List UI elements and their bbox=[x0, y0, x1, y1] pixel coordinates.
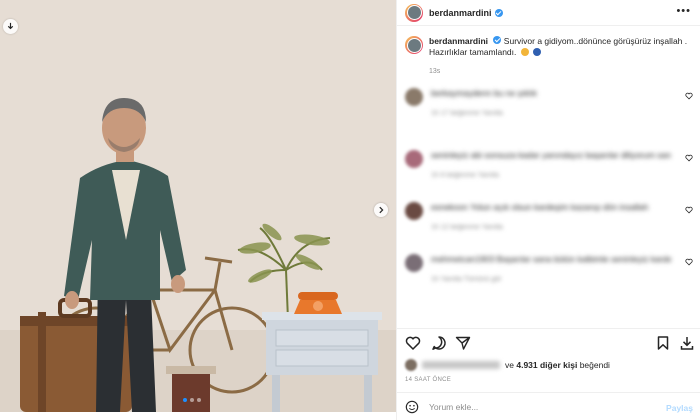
carousel-dot bbox=[197, 398, 201, 402]
next-slide-button[interactable] bbox=[374, 203, 388, 217]
share-icon[interactable] bbox=[455, 335, 471, 351]
chevron-right-icon bbox=[379, 206, 384, 214]
download-icon[interactable] bbox=[679, 335, 695, 351]
post-actions-bar bbox=[397, 328, 700, 356]
more-options-icon[interactable]: ••• bbox=[676, 6, 691, 17]
download-button[interactable] bbox=[3, 19, 18, 34]
comment-text: esnekoon Yolun açık olsun kardeşim kazan… bbox=[431, 202, 649, 212]
evil-eye-emoji-icon bbox=[533, 48, 542, 56]
instagram-post: berdanmardini ••• berdanmardini Survivor… bbox=[0, 0, 700, 420]
post-caption: berdanmardini Survivor a gidiyom..dönünc… bbox=[405, 36, 693, 58]
comment-input[interactable] bbox=[429, 401, 629, 412]
comment-item: mehmetcan1903 Başarılar sana bütün kalbi… bbox=[405, 250, 697, 300]
likes-summary: ve 4.931 diğer kişi beğendi bbox=[405, 359, 610, 371]
post-time-ago: 14 SAAT ÖNCE bbox=[405, 377, 452, 383]
comment-icon[interactable] bbox=[431, 335, 447, 351]
comment-text: mehmetcan1903 Başarılar sana bütün kalbi… bbox=[431, 254, 671, 264]
add-comment-bar: Paylaş bbox=[397, 392, 700, 420]
post-photo bbox=[0, 0, 396, 412]
comment-item: esnekoon Yolun açık olsun kardeşim kazan… bbox=[405, 198, 697, 248]
post-side-panel: berdanmardini ••• berdanmardini Survivor… bbox=[396, 0, 700, 420]
comment-text: berkaymaydenn bu ne şıklık bbox=[431, 88, 537, 98]
likes-count[interactable]: 4.931 diğer kişi bbox=[516, 360, 577, 370]
comment-avatar[interactable] bbox=[405, 88, 423, 106]
heart-icon[interactable] bbox=[685, 258, 693, 266]
comment-text: seninleyiz abi sonsuza kadar yanındayız … bbox=[431, 150, 671, 160]
heart-icon[interactable] bbox=[685, 206, 693, 214]
carousel-dot-active bbox=[183, 398, 187, 402]
heart-icon[interactable] bbox=[405, 335, 421, 351]
emoji-icon[interactable] bbox=[405, 400, 419, 414]
comment-meta: 1h 6 beğenme Yanıtla bbox=[431, 172, 499, 179]
comment-avatar[interactable] bbox=[405, 254, 423, 272]
liker-username-blurred[interactable] bbox=[422, 361, 500, 369]
comment-meta: 1h Yanıtla Tümünü gör bbox=[431, 276, 502, 283]
caption-username[interactable]: berdanmardini bbox=[429, 36, 488, 46]
heart-icon[interactable] bbox=[685, 92, 693, 100]
caption-time: 13s bbox=[429, 68, 441, 75]
bookmark-icon[interactable] bbox=[655, 335, 671, 351]
comment-item: berkaymaydenn bu ne şıklık 1h 17 beğenme… bbox=[405, 84, 697, 134]
verified-badge-icon bbox=[493, 36, 502, 44]
likes-prefix: ve bbox=[505, 360, 514, 370]
caption-avatar[interactable] bbox=[405, 36, 423, 54]
author-username[interactable]: berdanmardini bbox=[429, 8, 492, 18]
comment-avatar[interactable] bbox=[405, 150, 423, 168]
comment-meta: 1h 17 beğenme Yanıtla bbox=[431, 110, 503, 117]
carousel-dots bbox=[183, 398, 201, 402]
comment-avatar[interactable] bbox=[405, 202, 423, 220]
post-media[interactable] bbox=[0, 0, 396, 412]
verified-badge-icon bbox=[494, 8, 503, 17]
money-bag-emoji-icon bbox=[520, 48, 529, 56]
post-header: berdanmardini ••• bbox=[397, 0, 700, 26]
download-icon bbox=[7, 22, 14, 30]
heart-icon[interactable] bbox=[685, 154, 693, 162]
liker-avatar[interactable] bbox=[405, 359, 417, 371]
carousel-dot bbox=[190, 398, 194, 402]
author-avatar[interactable] bbox=[405, 3, 423, 22]
likes-suffix: beğendi bbox=[579, 360, 610, 370]
post-comment-button[interactable]: Paylaş bbox=[666, 403, 693, 413]
comment-item: seninleyiz abi sonsuza kadar yanındayız … bbox=[405, 146, 697, 196]
comment-meta: 1h 12 beğenme Yanıtla bbox=[431, 224, 503, 231]
